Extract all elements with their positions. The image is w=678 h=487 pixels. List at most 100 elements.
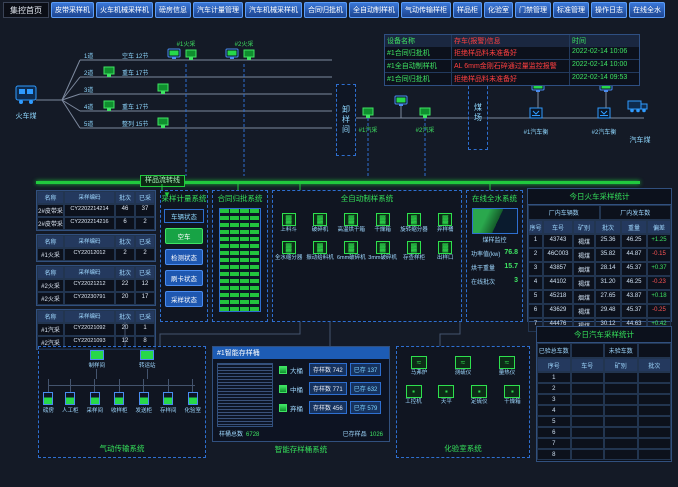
nav-item[interactable]: 汽车计量管理 bbox=[193, 2, 243, 18]
table-row: 143743褐煤25.3646.25+1.25 bbox=[528, 234, 671, 248]
table-cell: 37 bbox=[135, 204, 155, 217]
vehicle-statuses: 空车检测状态刷卡状态采样状态 bbox=[161, 228, 207, 307]
equipment-item: ▓出样口 bbox=[431, 241, 460, 261]
header-cell: 名称 bbox=[37, 266, 64, 279]
equipment-item: ▓6mm破碎机 bbox=[337, 241, 366, 261]
sample-table-header: 名称采样编码批次已采 bbox=[37, 266, 155, 279]
lab-row-2: ▪工控机▪天平▪定硫仪▪干燥箱 bbox=[397, 385, 529, 405]
nav-item[interactable]: 皮带采样机 bbox=[51, 2, 94, 18]
bucket-box: #1智能存样桶 大桶存样数 742已存 137中桶存样数 771已存 632弃桶… bbox=[212, 346, 390, 442]
status-button[interactable]: 刷卡状态 bbox=[165, 270, 203, 286]
nav-home-label[interactable]: 集控首页 bbox=[3, 2, 49, 18]
bucket-barcode bbox=[217, 363, 273, 427]
table-cell: 20 bbox=[115, 323, 135, 336]
node-label: 化验室 bbox=[184, 406, 201, 414]
cabinet-icon bbox=[163, 392, 173, 405]
pneumatic-station: 转运站 bbox=[139, 350, 156, 379]
truck-stats-title: 今日汽车采样统计 bbox=[537, 327, 671, 343]
bucket-titlebar: #1智能存样桶 bbox=[213, 347, 389, 359]
table-cell: 烟煤 bbox=[573, 290, 595, 304]
table-cell: 45218 bbox=[543, 290, 573, 304]
table-cell: 20 bbox=[115, 292, 135, 305]
pneumatic-top-nodes: 制样间转运站 bbox=[39, 350, 205, 379]
alarm-row: #1全自动制样机AL 6mm金刚石碎通过量监控报警2022-02-14 10:0… bbox=[385, 59, 639, 72]
nav-item[interactable]: 火车机械采样机 bbox=[96, 2, 153, 18]
empty-cell bbox=[571, 394, 605, 405]
instrument-label: 干燥箱 bbox=[504, 399, 521, 405]
sampler-icon bbox=[244, 50, 254, 60]
unload-room-box: 卸样间 bbox=[336, 84, 356, 156]
equipment-item: ▓3mm破碎机 bbox=[368, 241, 397, 261]
sample-table: 名称采样编码批次已采#1火采CY2201201222 bbox=[36, 234, 156, 262]
pneumatic-cabinet: 人工柜 bbox=[62, 379, 79, 414]
table-cell: 1 bbox=[528, 234, 543, 248]
table-cell: 2 bbox=[528, 248, 543, 262]
equipment-label: 出样口 bbox=[431, 255, 460, 261]
table-cell: 45.37 bbox=[621, 304, 647, 318]
header-cell: 重量 bbox=[621, 220, 647, 234]
table-cell: CY22012012 bbox=[64, 248, 115, 261]
nav-item[interactable]: 磅房信息 bbox=[155, 2, 191, 18]
table-row: #2火采CY220212122212 bbox=[37, 279, 155, 292]
nav-item[interactable]: 全自动制样机 bbox=[349, 2, 399, 18]
nav-item[interactable]: 门禁管理 bbox=[515, 2, 551, 18]
table-cell: 27.65 bbox=[595, 290, 621, 304]
total-label: 样桶总数 bbox=[219, 432, 243, 438]
lab-row-1: ≈马弗炉≈测硫仪≈量热仪 bbox=[397, 356, 529, 376]
truck-stats-header: 序号车号矿别批次 bbox=[537, 358, 671, 372]
track-5-label: 5道 bbox=[84, 120, 93, 128]
track-4-label: 4道 bbox=[84, 103, 93, 111]
header-cell: 已采 bbox=[135, 310, 155, 323]
header-cell: 名称 bbox=[37, 310, 64, 323]
status-button[interactable]: 检测状态 bbox=[165, 249, 203, 265]
train-sampler-2-label: #2火采 bbox=[235, 40, 254, 48]
lab-instrument: ▪定硫仪 bbox=[471, 385, 488, 405]
batching-panel: 合同归批系统 bbox=[212, 190, 268, 322]
table-row: 7 bbox=[537, 438, 671, 449]
table-row: 2#皮带采CY220221421662 bbox=[37, 217, 155, 230]
table-cell: 22 bbox=[115, 279, 135, 292]
sample-table-header: 名称采样编码批次已采 bbox=[37, 310, 155, 323]
nav-item[interactable]: 气动传输样柜 bbox=[401, 2, 451, 18]
equipment-item: ▓旋转缩分器 bbox=[399, 213, 428, 233]
track-sampler-icon bbox=[158, 84, 168, 94]
train-coal-label: 火车煤 bbox=[16, 111, 37, 120]
instrument-label: 定硫仪 bbox=[471, 399, 488, 405]
empty-cell bbox=[571, 438, 605, 449]
table-cell: #2火采 bbox=[37, 292, 64, 305]
instrument-label: 测硫仪 bbox=[455, 370, 472, 376]
train-stats-rows: 143743褐煤25.3646.25+1.25246C003褐煤35.8244.… bbox=[528, 234, 671, 332]
alarm-time: 2022-02-14 10:00 bbox=[569, 60, 637, 72]
pneumatic-cabinet: 采样间 bbox=[86, 379, 103, 414]
table-row: 8 bbox=[537, 449, 671, 460]
equipment-icon: ▓ bbox=[313, 241, 327, 254]
nav-item[interactable]: 样品柜 bbox=[453, 2, 482, 18]
equipment-label: 6mm破碎机 bbox=[337, 255, 366, 261]
weighbridge-1-icon bbox=[530, 108, 542, 118]
online-water-panel: 在线全水系统 煤样监控 功率值(kw)76.8烘干重量15.7在线批次3 bbox=[466, 190, 523, 322]
track-sampler-icon bbox=[158, 118, 168, 128]
nav-item[interactable]: 汽车机械采样机 bbox=[245, 2, 302, 18]
alarm-message: AL 6mm金刚石碎通过量监控报警 bbox=[451, 60, 569, 72]
table-cell: 褐煤 bbox=[573, 276, 595, 290]
header-cell: 矿别 bbox=[573, 220, 595, 234]
header-cell: 采样编码 bbox=[64, 235, 115, 248]
alarm-device: #1合同归批机 bbox=[385, 73, 451, 85]
equipment-item: ▓高温烘干箱 bbox=[337, 213, 366, 233]
table-cell: CY22021092 bbox=[64, 323, 115, 336]
cabinet-icon bbox=[114, 392, 124, 405]
table-cell: #1火采 bbox=[37, 248, 64, 261]
bucket-icon bbox=[279, 385, 287, 393]
water-stat-row: 功率值(kw)76.8 bbox=[467, 244, 522, 258]
instrument-label: 天平 bbox=[438, 399, 454, 405]
nav-item[interactable]: 标准管理 bbox=[553, 2, 589, 18]
nav-item[interactable]: 合同归批机 bbox=[304, 2, 347, 18]
monitor-icon bbox=[395, 96, 407, 106]
bucket-icon bbox=[279, 366, 287, 374]
header-cell: 采样编码 bbox=[64, 191, 115, 204]
nav-item[interactable]: 化验室 bbox=[484, 2, 513, 18]
nav-item[interactable]: 操作日志 bbox=[591, 2, 627, 18]
nav-item[interactable]: 在线全水 bbox=[629, 2, 665, 18]
status-button[interactable]: 采样状态 bbox=[165, 291, 203, 307]
status-button[interactable]: 空车 bbox=[165, 228, 203, 244]
